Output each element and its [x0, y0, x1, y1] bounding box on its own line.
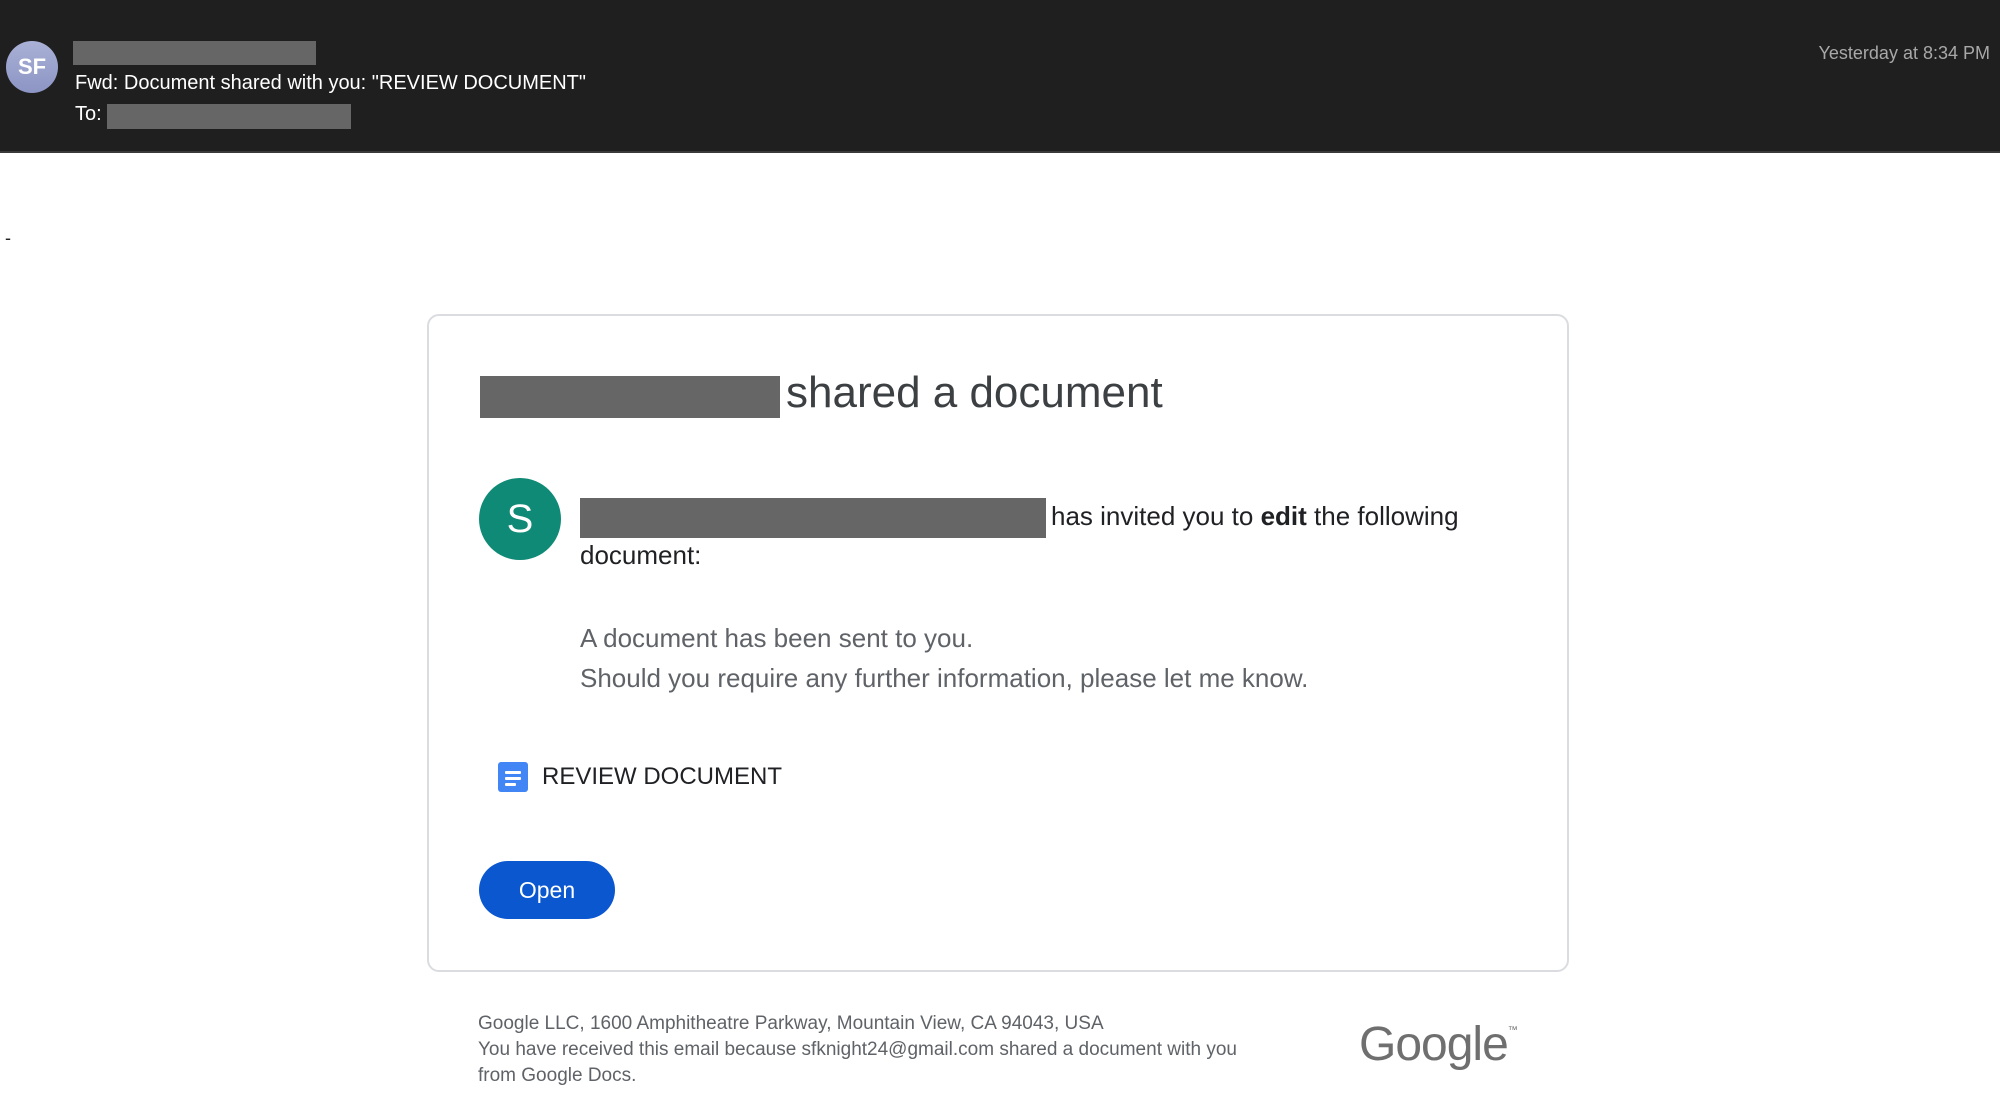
sharer-name-redacted — [480, 376, 780, 418]
message-line-1: A document has been sent to you. — [580, 623, 974, 653]
invite-emphasis: edit — [1260, 501, 1307, 531]
invite-text-after: the following — [1306, 501, 1459, 531]
sender-name-redacted — [73, 41, 316, 65]
to-label: To: — [75, 103, 102, 125]
email-subject: Fwd: Document shared with you: "REVIEW D… — [75, 72, 586, 94]
email-header: SF Fwd: Document shared with you: "REVIE… — [0, 0, 2000, 153]
recipient-redacted — [107, 104, 351, 129]
invite-text: has invited you to edit the following — [1051, 501, 1459, 532]
inviter-avatar: S — [479, 478, 561, 560]
email-timestamp: Yesterday at 8:34 PM — [1818, 43, 1990, 63]
document-link[interactable]: REVIEW DOCUMENT — [498, 762, 782, 792]
document-name[interactable]: REVIEW DOCUMENT — [542, 763, 782, 791]
footer-address: Google LLC, 1600 Amphitheatre Parkway, M… — [478, 1013, 1104, 1034]
card-title: shared a document — [786, 368, 1163, 417]
open-button[interactable]: Open — [479, 861, 615, 919]
invite-text-line2: document: — [580, 540, 702, 570]
google-logo: Google™ — [1359, 1017, 1518, 1072]
google-logo-text: Google — [1359, 1018, 1509, 1071]
google-logo-tm: ™ — [1507, 1025, 1518, 1036]
body-dash: - — [5, 228, 11, 248]
inviter-email-redacted — [580, 498, 1046, 538]
message-line-2: Should you require any further informati… — [580, 663, 1309, 693]
invite-text-before: has invited you to — [1051, 501, 1261, 531]
sender-avatar[interactable]: SF — [6, 41, 58, 93]
footer-notice-line-2: from Google Docs. — [478, 1065, 637, 1086]
footer-notice-line-1: You have received this email because sfk… — [478, 1039, 1237, 1060]
invite-message: A document has been sent to you. Should … — [580, 618, 1308, 698]
google-docs-icon — [498, 762, 528, 792]
email-footer: Google LLC, 1600 Amphitheatre Parkway, M… — [478, 1011, 1338, 1089]
